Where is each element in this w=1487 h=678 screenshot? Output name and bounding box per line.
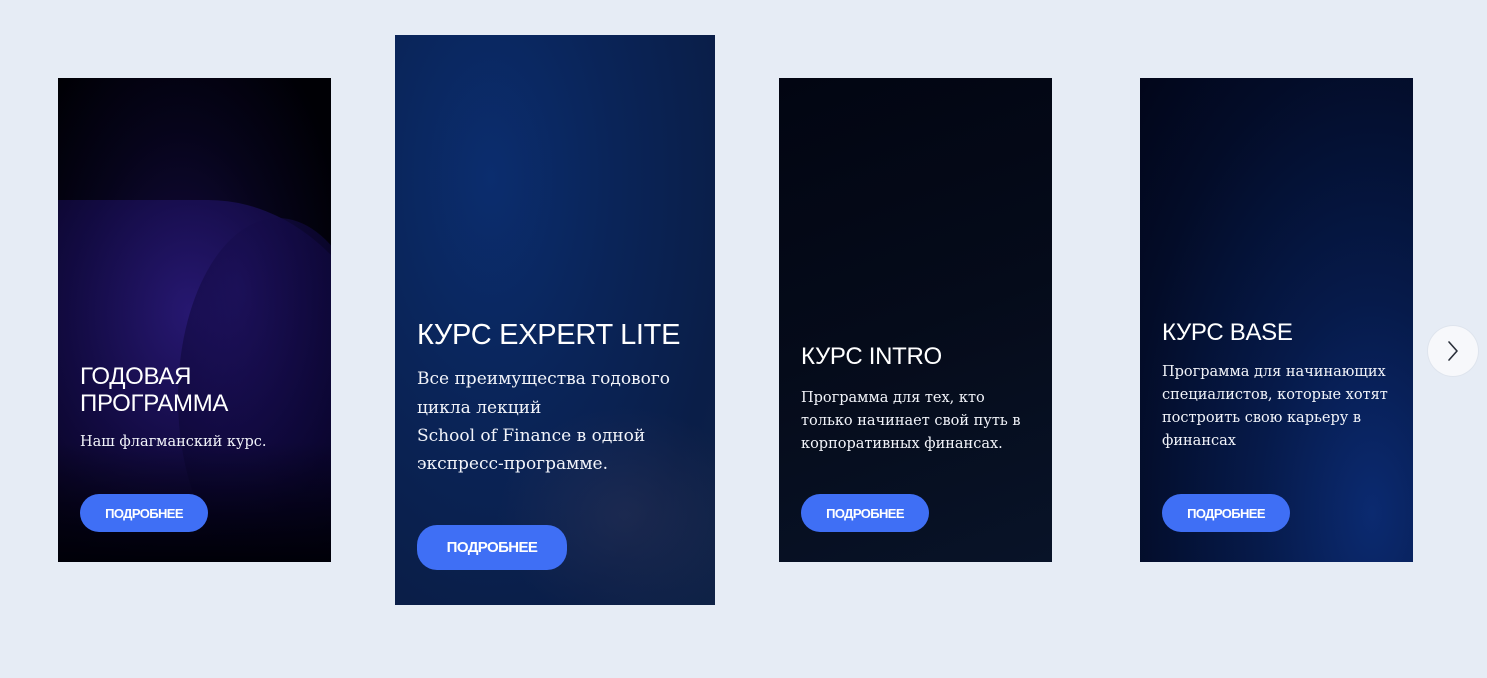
course-card-base[interactable]: КУРС BASE Программа для начинающих специ… <box>1140 78 1413 562</box>
details-button[interactable]: ПОДРОБНЕЕ <box>1162 494 1290 532</box>
card-content: КУРС INTRO Программа для тех, кто только… <box>801 343 1034 456</box>
card-title: КУРС BASE <box>1162 319 1293 346</box>
card-title: КУРС INTRO <box>801 343 942 370</box>
chevron-right-icon <box>1448 341 1458 361</box>
card-description: Программа для начинающих специалистов, к… <box>1162 363 1388 450</box>
details-button[interactable]: ПОДРОБНЕЕ <box>417 525 567 570</box>
carousel-next-button[interactable] <box>1428 326 1478 376</box>
card-description: Программа для тех, кто только начинает с… <box>801 389 1021 453</box>
card-description: Все преимущества годового цикла лекций S… <box>417 369 670 474</box>
card-content: КУРС BASE Программа для начинающих специ… <box>1162 319 1395 454</box>
details-button[interactable]: ПОДРОБНЕЕ <box>801 494 929 532</box>
course-card-annual-program[interactable]: ГОДОВАЯ ПРОГРАММА Наш флагманский курс. … <box>58 78 331 562</box>
course-card-intro[interactable]: КУРС INTRO Программа для тех, кто только… <box>779 78 1052 562</box>
card-content: КУРС EXPERT LITE Все преимущества годово… <box>417 319 697 478</box>
card-content: ГОДОВАЯ ПРОГРАММА Наш флагманский курс. <box>80 363 313 452</box>
course-card-expert-lite[interactable]: КУРС EXPERT LITE Все преимущества годово… <box>395 35 715 605</box>
card-title: КУРС EXPERT LITE <box>417 319 681 351</box>
details-button[interactable]: ПОДРОБНЕЕ <box>80 494 208 532</box>
card-description: Наш флагманский курс. <box>80 433 267 450</box>
card-title: ГОДОВАЯ ПРОГРАММА <box>80 363 229 417</box>
